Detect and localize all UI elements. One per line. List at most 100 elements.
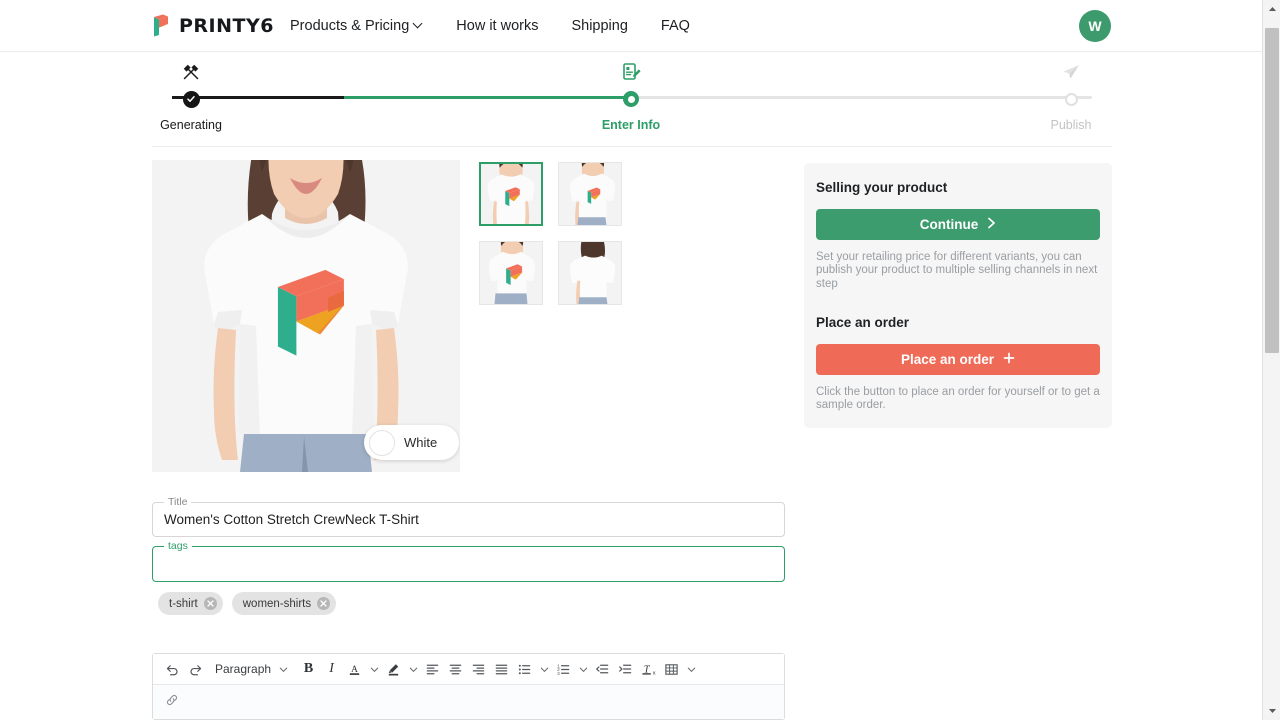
thumbnail-3[interactable] bbox=[558, 241, 622, 305]
redo-icon[interactable] bbox=[184, 658, 207, 681]
tags-field-box[interactable]: tags bbox=[152, 540, 785, 582]
continue-button[interactable]: Continue bbox=[816, 209, 1100, 240]
tag-chip[interactable]: t-shirt bbox=[158, 592, 223, 615]
stepper-divider bbox=[152, 146, 1112, 147]
app-page: PRINTY6 Products & Pricing How it works … bbox=[0, 0, 1280, 720]
title-input[interactable] bbox=[164, 503, 774, 536]
thumbnail-image bbox=[559, 242, 621, 304]
color-swatch-dot bbox=[369, 429, 395, 456]
svg-text:x: x bbox=[653, 670, 656, 676]
continue-button-label: Continue bbox=[919, 217, 979, 232]
idle-step-dot bbox=[1064, 92, 1078, 106]
align-justify-icon[interactable] bbox=[490, 658, 513, 681]
align-right-icon[interactable] bbox=[467, 658, 490, 681]
user-avatar[interactable]: W bbox=[1079, 10, 1111, 42]
highlight-color-icon[interactable] bbox=[382, 658, 405, 681]
text-color-icon[interactable]: A bbox=[343, 658, 366, 681]
nav-item-products-pricing[interactable]: Products & Pricing bbox=[290, 18, 423, 34]
step-generating[interactable]: Generating bbox=[121, 58, 261, 132]
nav-item-faq[interactable]: FAQ bbox=[661, 18, 690, 34]
bullet-list-icon[interactable] bbox=[513, 658, 536, 681]
check-icon bbox=[182, 90, 200, 108]
avatar-initial: W bbox=[1088, 18, 1102, 34]
step-label-enter-info: Enter Info bbox=[601, 118, 661, 132]
tag-chip[interactable]: women-shirts bbox=[231, 592, 337, 615]
remove-tag-icon[interactable] bbox=[317, 597, 331, 610]
nav-label: Shipping bbox=[571, 18, 628, 34]
editor-content-area[interactable] bbox=[153, 685, 784, 719]
color-swatch-label: White bbox=[404, 435, 438, 450]
text-color-chevron-down-icon[interactable] bbox=[366, 658, 382, 681]
numbered-list-chevron-down-icon[interactable] bbox=[575, 658, 591, 681]
scrollbar-thumb[interactable] bbox=[1265, 28, 1279, 353]
link-icon[interactable] bbox=[165, 693, 179, 712]
product-main-image[interactable]: White bbox=[152, 160, 460, 472]
tags-field-wrapper: tags bbox=[152, 540, 785, 582]
step-dot-enter-info bbox=[561, 90, 701, 108]
nav-label: How it works bbox=[456, 18, 539, 34]
progress-stepper: Generating Enter Info Publish bbox=[152, 58, 1112, 146]
nav-item-shipping[interactable]: Shipping bbox=[571, 18, 627, 34]
plus-icon bbox=[1003, 352, 1015, 367]
italic-icon[interactable]: I bbox=[320, 658, 343, 681]
place-an-order-card: Place an order Place an order Click the … bbox=[804, 298, 1112, 428]
nav-label: FAQ bbox=[660, 18, 690, 34]
step-publish[interactable]: Publish bbox=[1001, 58, 1141, 132]
brand-name: PRINTY6 bbox=[179, 15, 274, 37]
order-card-title: Place an order bbox=[816, 315, 910, 330]
thumbnail-image bbox=[481, 164, 541, 224]
nav-label: Products & Pricing bbox=[290, 18, 410, 34]
bold-icon[interactable]: B bbox=[297, 658, 320, 681]
bullet-list-chevron-down-icon[interactable] bbox=[536, 658, 552, 681]
table-icon[interactable] bbox=[660, 658, 683, 681]
tag-chip-list: t-shirt women-shirts bbox=[158, 592, 337, 615]
thumbnail-1[interactable] bbox=[558, 162, 622, 226]
page-scrollbar[interactable] bbox=[1262, 0, 1280, 720]
thumbnail-2[interactable] bbox=[479, 241, 543, 305]
selling-your-product-card: Selling your product Continue Set your r… bbox=[804, 163, 1112, 307]
scroll-up-button[interactable] bbox=[1263, 0, 1280, 18]
selling-card-title: Selling your product bbox=[816, 180, 948, 195]
align-left-icon[interactable] bbox=[421, 658, 444, 681]
main-nav: Products & Pricing How it works Shipping… bbox=[290, 0, 690, 52]
place-an-order-button[interactable]: Place an order bbox=[816, 344, 1100, 375]
step-label-generating: Generating bbox=[160, 118, 222, 132]
active-step-dot bbox=[623, 91, 639, 107]
title-field-wrapper: Title bbox=[152, 496, 785, 537]
numbered-list-icon[interactable]: 123 bbox=[552, 658, 575, 681]
document-edit-icon bbox=[561, 58, 701, 82]
step-enter-info[interactable]: Enter Info bbox=[561, 58, 701, 132]
paper-plane-icon bbox=[1001, 58, 1141, 82]
printy6-logo-icon bbox=[152, 14, 173, 38]
remove-tag-icon[interactable] bbox=[203, 597, 217, 610]
thumbnail-image bbox=[559, 163, 621, 225]
undo-icon[interactable] bbox=[161, 658, 184, 681]
block-format-chevron-down-icon[interactable] bbox=[275, 658, 291, 681]
align-center-icon[interactable] bbox=[444, 658, 467, 681]
chevron-right-icon bbox=[987, 217, 996, 232]
color-swatch-pill[interactable]: White bbox=[364, 425, 459, 460]
block-format-value: Paragraph bbox=[215, 662, 272, 676]
table-chevron-down-icon[interactable] bbox=[683, 658, 699, 681]
order-card-note: Click the button to place an order for y… bbox=[816, 386, 1100, 412]
selling-card-note: Set your retailing price for different v… bbox=[816, 251, 1098, 290]
active-step-dot-center bbox=[627, 95, 635, 103]
scroll-down-button[interactable] bbox=[1263, 702, 1280, 720]
title-field-box[interactable]: Title bbox=[152, 496, 785, 537]
step-dot-publish bbox=[1001, 90, 1141, 108]
brand-logo[interactable]: PRINTY6 bbox=[152, 14, 274, 38]
thumbnail-0[interactable] bbox=[479, 162, 543, 226]
svg-text:3: 3 bbox=[557, 671, 560, 676]
block-format-select[interactable]: Paragraph bbox=[211, 658, 275, 681]
tag-chip-label: t-shirt bbox=[169, 597, 198, 610]
clear-formatting-icon[interactable]: Tx bbox=[637, 658, 660, 681]
nav-item-how-it-works[interactable]: How it works bbox=[456, 18, 538, 34]
thumbnail-image bbox=[480, 242, 542, 304]
indent-icon[interactable] bbox=[614, 658, 637, 681]
site-header: PRINTY6 Products & Pricing How it works … bbox=[0, 0, 1262, 52]
step-label-publish: Publish bbox=[1050, 118, 1092, 132]
outdent-icon[interactable] bbox=[591, 658, 614, 681]
highlight-chevron-down-icon[interactable] bbox=[405, 658, 421, 681]
design-tools-icon bbox=[121, 58, 261, 82]
tags-input[interactable] bbox=[164, 547, 774, 581]
